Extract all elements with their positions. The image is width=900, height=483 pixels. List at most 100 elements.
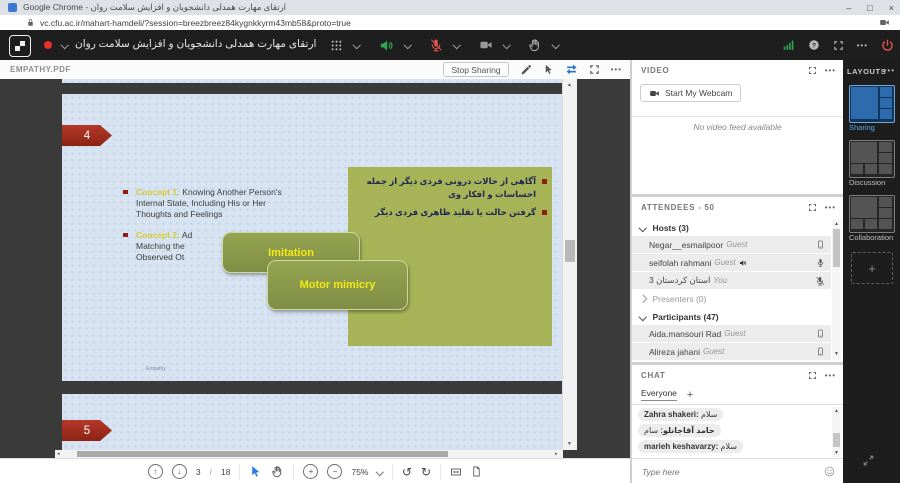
zoom-out-button[interactable]: − bbox=[327, 464, 342, 479]
chat-message: حامد آقاجانلو: سام bbox=[638, 424, 721, 437]
url-text[interactable]: vc.cfu.ac.ir/mahart-hamdeli/?session=bre… bbox=[40, 18, 351, 28]
attendee-row-you[interactable]: استان کردستان 3 You bbox=[632, 272, 831, 290]
zoom-chevron-icon[interactable] bbox=[376, 468, 384, 476]
mobile-device-icon bbox=[816, 347, 825, 356]
document-vertical-scrollbar[interactable]: ▲ ▼ bbox=[562, 79, 577, 450]
layout-collaboration-thumbnail[interactable] bbox=[849, 195, 895, 233]
speaker-chevron-icon[interactable] bbox=[403, 41, 411, 49]
layout-discussion-thumbnail[interactable] bbox=[849, 140, 895, 178]
close-button[interactable]: × bbox=[889, 3, 894, 13]
draw-pen-icon[interactable] bbox=[520, 64, 532, 76]
speaker-icon[interactable] bbox=[379, 38, 394, 53]
participants-section-header[interactable]: Participants (47) bbox=[632, 308, 831, 325]
attendee-row[interactable]: seifolah rahmani Guest bbox=[632, 254, 831, 272]
zoom-in-button[interactable]: + bbox=[303, 464, 318, 479]
scroll-up-arrow[interactable]: ▲ bbox=[567, 82, 572, 88]
help-icon[interactable] bbox=[808, 39, 820, 51]
page-separator: / bbox=[210, 467, 212, 477]
connect-toolbar: ارتقای مهارت همدلی دانشجویان و افزایش سل… bbox=[0, 30, 900, 60]
meeting-title[interactable]: ارتقای مهارت همدلی دانشجویان و افزایش سل… bbox=[75, 38, 316, 50]
scroll-down-arrow[interactable]: ▼ bbox=[834, 450, 839, 456]
slide-4: 4 Concept 1: Knowing Another Person's In… bbox=[62, 94, 562, 381]
rotate-cw-button[interactable]: ↻ bbox=[421, 465, 431, 479]
camera-permission-icon[interactable] bbox=[879, 17, 890, 28]
share-pod: EMPATHY.PDF Stop Sharing ••• 4 Concept 1… bbox=[0, 60, 630, 483]
recording-indicator bbox=[44, 41, 52, 49]
connection-signal-icon[interactable] bbox=[782, 39, 795, 52]
horizontal-scroll-thumb[interactable] bbox=[77, 451, 448, 457]
layout-discussion-label[interactable]: Discussion bbox=[849, 178, 885, 187]
layout-sharing-label[interactable]: Sharing bbox=[849, 123, 875, 132]
document-horizontal-scrollbar[interactable]: ◂ ▸ bbox=[55, 450, 563, 458]
scroll-thumb[interactable] bbox=[833, 229, 840, 267]
chevron-down-icon bbox=[639, 313, 647, 321]
pod-fullscreen-icon[interactable] bbox=[808, 66, 817, 75]
attendee-row[interactable]: Negar__esmailpoor Guest bbox=[632, 236, 831, 254]
layouts-more-icon[interactable]: ••• bbox=[884, 66, 895, 75]
rotate-ccw-button[interactable]: ↺ bbox=[402, 465, 412, 479]
sync-navigation-icon[interactable] bbox=[565, 63, 578, 76]
tab-everyone[interactable]: Everyone bbox=[641, 388, 677, 401]
pan-hand-tool-icon[interactable] bbox=[271, 465, 284, 478]
attendees-pod-more-icon[interactable]: ••• bbox=[825, 203, 836, 212]
page-down-button[interactable]: ↓ bbox=[172, 464, 187, 479]
scroll-up-arrow[interactable]: ▲ bbox=[834, 221, 839, 227]
collapse-panel-icon[interactable] bbox=[862, 454, 875, 467]
pointer-icon[interactable] bbox=[543, 64, 554, 75]
chat-pod-header: CHAT ••• bbox=[632, 365, 843, 385]
pods-menu-icon[interactable] bbox=[330, 39, 343, 52]
bullet-marker bbox=[123, 190, 128, 194]
webcam-icon[interactable] bbox=[479, 38, 493, 52]
scroll-down-arrow[interactable]: ▼ bbox=[567, 441, 572, 447]
fit-page-icon[interactable] bbox=[471, 466, 482, 477]
scroll-left-arrow[interactable]: ◂ bbox=[57, 451, 60, 457]
stop-sharing-button[interactable]: Stop Sharing bbox=[443, 62, 508, 77]
raise-hand-icon[interactable] bbox=[528, 38, 542, 52]
mic-chevron-icon[interactable] bbox=[453, 41, 461, 49]
mic-muted-icon[interactable] bbox=[429, 38, 443, 52]
fullscreen-icon[interactable] bbox=[833, 40, 844, 51]
pod-fullscreen-icon[interactable] bbox=[808, 371, 817, 380]
attendees-pod-title: ATTENDEES - 50 bbox=[641, 203, 715, 212]
chat-scrollbar[interactable]: ▲ ▼ bbox=[832, 407, 841, 457]
toolbar-more-icon[interactable]: ••• bbox=[857, 41, 868, 50]
add-chat-tab-button[interactable]: + bbox=[687, 389, 693, 401]
vertical-scroll-thumb[interactable] bbox=[565, 240, 575, 262]
connect-logo-icon[interactable] bbox=[9, 35, 31, 57]
webcam-chevron-icon[interactable] bbox=[502, 41, 510, 49]
emoji-icon[interactable] bbox=[824, 466, 835, 477]
minimize-button[interactable]: – bbox=[846, 3, 851, 13]
scroll-down-arrow[interactable]: ▼ bbox=[834, 351, 839, 357]
chevron-down-icon[interactable] bbox=[61, 41, 69, 49]
layout-collaboration-label[interactable]: Collaboration bbox=[849, 233, 893, 242]
raise-hand-chevron-icon[interactable] bbox=[552, 41, 560, 49]
webcam-icon bbox=[649, 88, 660, 99]
page-total: 18 bbox=[221, 467, 230, 477]
attendee-row[interactable]: Aida.mansouri Rad Guest bbox=[632, 325, 831, 343]
chat-pod-more-icon[interactable]: ••• bbox=[825, 371, 836, 380]
chat-input[interactable] bbox=[640, 466, 804, 478]
attendees-scrollbar[interactable]: ▲ ▼ bbox=[832, 219, 841, 359]
presenters-section-header[interactable]: Presenters (0) bbox=[632, 290, 831, 307]
select-cursor-tool-icon[interactable] bbox=[249, 465, 262, 478]
pods-menu-chevron-icon[interactable] bbox=[353, 41, 361, 49]
maximize-button[interactable]: □ bbox=[867, 3, 872, 13]
zoom-level[interactable]: 75% bbox=[351, 467, 368, 477]
add-layout-button[interactable]: + bbox=[851, 252, 893, 284]
hosts-section-header[interactable]: Hosts (3) bbox=[632, 219, 831, 236]
exit-power-icon[interactable] bbox=[881, 39, 894, 52]
mobile-device-icon bbox=[816, 329, 825, 338]
scroll-up-arrow[interactable]: ▲ bbox=[834, 408, 839, 414]
pod-fullscreen-icon[interactable] bbox=[808, 203, 817, 212]
layout-sharing-thumbnail[interactable] bbox=[849, 85, 895, 123]
scroll-right-arrow[interactable]: ▸ bbox=[555, 451, 558, 457]
video-pod-more-icon[interactable]: ••• bbox=[825, 66, 836, 75]
url-bar[interactable]: vc.cfu.ac.ir/mahart-hamdeli/?session=bre… bbox=[0, 15, 900, 31]
page-up-button[interactable]: ↑ bbox=[148, 464, 163, 479]
share-pod-more-icon[interactable]: ••• bbox=[611, 65, 622, 74]
start-webcam-button[interactable]: Start My Webcam bbox=[640, 84, 741, 102]
pod-fullscreen-icon[interactable] bbox=[589, 64, 600, 75]
scroll-thumb[interactable] bbox=[833, 433, 840, 447]
attendee-row[interactable]: Alireza jahani Guest bbox=[632, 343, 831, 361]
fit-width-icon[interactable] bbox=[450, 466, 462, 478]
